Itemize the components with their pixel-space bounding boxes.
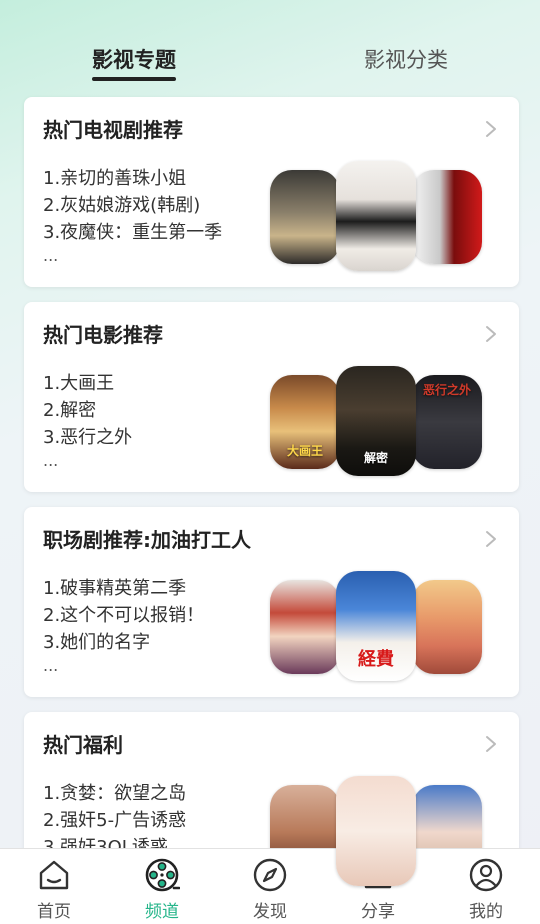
more-ellipsis: ... bbox=[43, 246, 59, 265]
list-item[interactable]: 3.她们的名字 bbox=[43, 629, 204, 656]
card-title: 热门福利 bbox=[43, 733, 123, 757]
list-item[interactable]: 1.破事精英第二季 bbox=[43, 575, 204, 602]
chevron-right-icon[interactable] bbox=[481, 734, 501, 754]
nav-label: 我的 bbox=[469, 902, 503, 922]
card-item-list: 1.破事精英第二季 2.这个不可以报销！ 3.她们的名字 ... bbox=[43, 575, 204, 676]
list-item[interactable]: 2.强奸5-广告诱惑 bbox=[43, 807, 186, 834]
poster-image bbox=[336, 776, 416, 886]
topic-card-movies[interactable]: 热门电影推荐 1.大画王 2.解密 3.恶行之外 ... 大画王 解密 恶行之外 bbox=[24, 302, 519, 492]
poster-image: 経費 bbox=[336, 571, 416, 681]
poster-stack[interactable] bbox=[270, 161, 482, 271]
tab-categories[interactable]: 影视分类 bbox=[364, 44, 448, 76]
active-tab-indicator bbox=[92, 77, 176, 81]
list-item[interactable]: 2.这个不可以报销！ bbox=[43, 602, 204, 629]
poster-image: 恶行之外 bbox=[412, 375, 482, 469]
topic-card-tv[interactable]: 热门电视剧推荐 1.亲切的善珠小姐 2.灰姑娘游戏(韩剧) 3.夜魔侠：重生第一… bbox=[24, 97, 519, 287]
nav-mine[interactable]: 我的 bbox=[432, 849, 540, 924]
chevron-right-icon[interactable] bbox=[481, 324, 501, 344]
list-item[interactable]: 3.夜魔侠：重生第一季 bbox=[43, 219, 222, 246]
nav-label: 频道 bbox=[145, 902, 179, 922]
card-title: 热门电影推荐 bbox=[43, 323, 163, 347]
compass-icon bbox=[253, 858, 287, 892]
nav-channel[interactable]: 频道 bbox=[108, 849, 216, 924]
list-item[interactable]: 1.贪婪：欲望之岛 bbox=[43, 780, 186, 807]
bottom-nav-bar: 首页 频道 发现 分享 我的 bbox=[0, 848, 540, 924]
top-tab-bar: 影视专题 影视分类 bbox=[0, 0, 540, 96]
more-ellipsis: ... bbox=[43, 656, 59, 675]
poster-image bbox=[412, 580, 482, 674]
chevron-right-icon[interactable] bbox=[481, 119, 501, 139]
card-item-list: 1.大画王 2.解密 3.恶行之外 ... bbox=[43, 370, 132, 471]
poster-image bbox=[336, 161, 416, 271]
list-item[interactable]: 1.大画王 bbox=[43, 370, 132, 397]
nav-discover[interactable]: 发现 bbox=[216, 849, 324, 924]
list-item[interactable]: 2.灰姑娘游戏(韩剧) bbox=[43, 192, 222, 219]
poster-image bbox=[270, 580, 340, 674]
nav-label: 分享 bbox=[361, 902, 395, 922]
list-item[interactable]: 1.亲切的善珠小姐 bbox=[43, 165, 222, 192]
poster-image bbox=[270, 170, 340, 264]
tab-topics[interactable]: 影视专题 bbox=[92, 44, 176, 76]
poster-image: 大画王 bbox=[270, 375, 340, 469]
film-reel-icon bbox=[145, 858, 180, 892]
list-item[interactable]: 2.解密 bbox=[43, 397, 132, 424]
chevron-right-icon[interactable] bbox=[481, 529, 501, 549]
poster-image bbox=[412, 170, 482, 264]
nav-label: 发现 bbox=[253, 902, 287, 922]
profile-icon bbox=[469, 858, 503, 892]
poster-stack[interactable]: 大画王 解密 恶行之外 bbox=[270, 366, 482, 476]
poster-stack[interactable]: 経費 bbox=[270, 571, 482, 681]
home-icon bbox=[39, 860, 69, 890]
poster-image: 解密 bbox=[336, 366, 416, 476]
card-title: 职场剧推荐:加油打工人 bbox=[43, 528, 251, 552]
nav-home[interactable]: 首页 bbox=[0, 849, 108, 924]
card-item-list: 1.亲切的善珠小姐 2.灰姑娘游戏(韩剧) 3.夜魔侠：重生第一季 ... bbox=[43, 165, 222, 266]
nav-label: 首页 bbox=[37, 902, 71, 922]
more-ellipsis: ... bbox=[43, 451, 59, 470]
list-item[interactable]: 3.恶行之外 bbox=[43, 424, 132, 451]
topic-card-workplace[interactable]: 职场剧推荐:加油打工人 1.破事精英第二季 2.这个不可以报销！ 3.她们的名字… bbox=[24, 507, 519, 697]
card-title: 热门电视剧推荐 bbox=[43, 118, 183, 142]
